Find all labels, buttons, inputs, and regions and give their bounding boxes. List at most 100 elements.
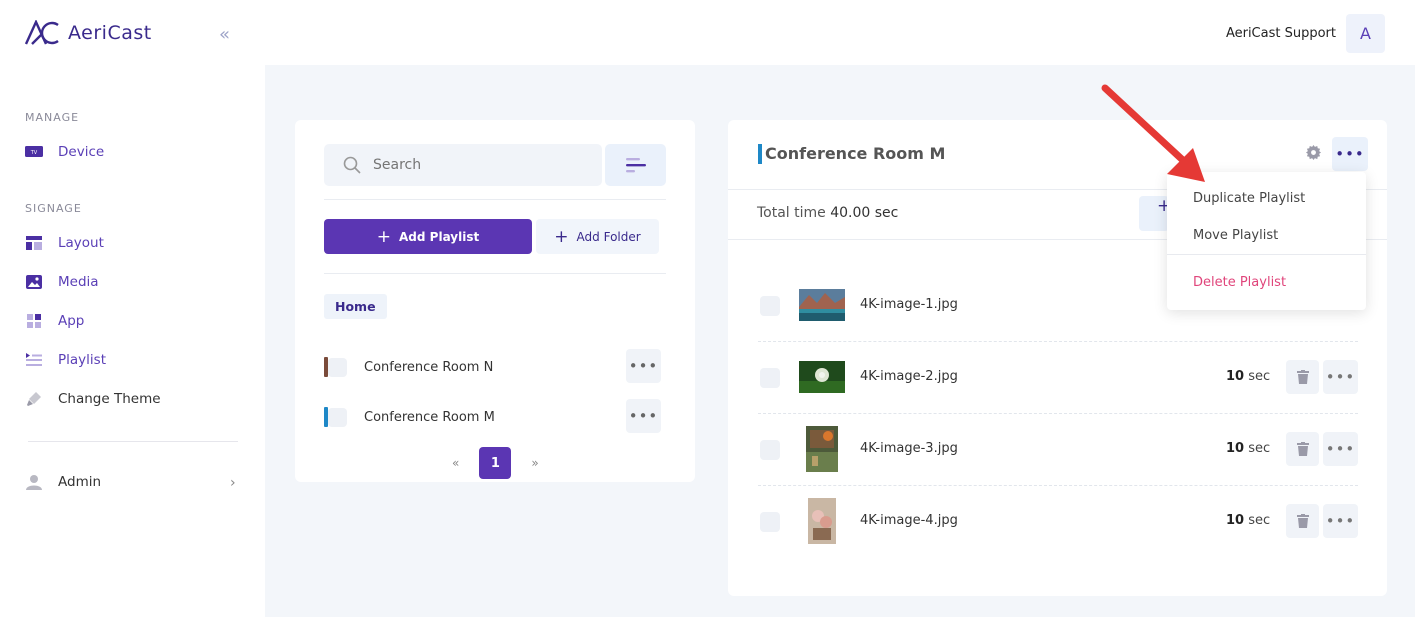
sidebar-item-label: Device: [58, 144, 105, 160]
media-more-button[interactable]: •••: [1323, 432, 1358, 466]
menu-item-delete[interactable]: Delete Playlist: [1193, 275, 1286, 290]
add-media-button[interactable]: +: [1139, 196, 1171, 231]
playlist-more-button[interactable]: •••: [626, 349, 661, 383]
sidebar-item-device[interactable]: TV Device: [25, 140, 104, 164]
filter-button[interactable]: [605, 144, 666, 186]
media-thumbnail: [798, 354, 846, 400]
annotation-arrow: [1101, 84, 1205, 182]
playlist-icon: [25, 351, 43, 369]
sidebar-item-playlist[interactable]: Playlist: [25, 348, 106, 372]
media-name: 4K-image-4.jpg: [860, 513, 958, 528]
total-time-label: Total time: [757, 205, 826, 221]
divider: [324, 199, 666, 200]
total-time-value: 40.00 sec: [830, 205, 899, 221]
sidebar-item-label: Change Theme: [58, 391, 161, 407]
sidebar-item-label: App: [58, 313, 85, 329]
delete-media-button[interactable]: [1286, 360, 1319, 394]
playlist-more-button[interactable]: •••: [626, 399, 661, 433]
media-name: 4K-image-2.jpg: [860, 369, 958, 384]
app-name: AeriCast: [68, 22, 152, 44]
sidebar-item-layout[interactable]: Layout: [25, 231, 104, 255]
sidebar-divider: [28, 441, 238, 442]
media-more-button[interactable]: •••: [1323, 504, 1358, 538]
gear-icon[interactable]: [1306, 145, 1321, 164]
playlists-panel: + Add Playlist + Add Folder Home Confere…: [295, 120, 695, 482]
section-label-manage: MANAGE: [25, 111, 80, 124]
duration-unit: sec: [1248, 513, 1271, 528]
image-icon: [25, 273, 43, 291]
breadcrumb[interactable]: Home: [324, 294, 387, 319]
plus-icon: +: [376, 226, 392, 247]
trash-icon: [1296, 442, 1309, 456]
sidebar-item-label: Media: [58, 274, 99, 290]
media-row[interactable]: 4K-image-3.jpg 10 sec •••: [758, 414, 1358, 484]
logo-icon: [24, 20, 59, 45]
add-playlist-button[interactable]: + Add Playlist: [324, 219, 532, 254]
support-label[interactable]: AeriCast Support: [1226, 26, 1336, 41]
plus-icon: +: [554, 226, 569, 247]
pagination: « 1 »: [452, 447, 539, 479]
chevron-right-icon[interactable]: ›: [230, 475, 236, 491]
svg-text:TV: TV: [30, 150, 38, 156]
sidebar: AeriCast « MANAGE TV Device SIGNAGE Layo…: [0, 0, 265, 617]
media-more-button[interactable]: •••: [1323, 360, 1358, 394]
media-checkbox[interactable]: [760, 368, 780, 388]
media-duration: 10 sec: [1226, 513, 1270, 528]
delete-media-button[interactable]: [1286, 504, 1319, 538]
playlist-options-button[interactable]: •••: [1332, 137, 1368, 171]
search-box[interactable]: [324, 144, 602, 186]
menu-divider: [1167, 254, 1366, 255]
next-page-button[interactable]: »: [531, 456, 538, 470]
divider: [324, 273, 666, 274]
trash-icon: [1296, 514, 1309, 528]
media-checkbox[interactable]: [760, 296, 780, 316]
media-duration: 10 sec: [1226, 369, 1270, 384]
sort-icon: [625, 158, 646, 173]
media-row[interactable]: 4K-image-2.jpg 10 sec •••: [758, 342, 1358, 412]
top-bar: AeriCast Support A: [265, 0, 1415, 65]
trash-icon: [1296, 370, 1309, 384]
prev-page-button[interactable]: «: [452, 456, 459, 470]
duration-value: 10: [1226, 369, 1245, 384]
playlist-item[interactable]: Conference Room N: [324, 350, 661, 384]
add-folder-button[interactable]: + Add Folder: [536, 219, 659, 254]
duration-unit: sec: [1248, 441, 1271, 456]
page-number[interactable]: 1: [479, 447, 512, 479]
media-thumbnail: [798, 282, 846, 328]
sidebar-item-label: Admin: [58, 474, 102, 490]
playlist-item[interactable]: Conference Room M: [324, 400, 661, 434]
avatar[interactable]: A: [1346, 14, 1385, 53]
search-input[interactable]: [373, 157, 573, 173]
total-time: Total time 40.00 sec: [757, 205, 898, 221]
user-icon: [25, 473, 43, 491]
sidebar-item-admin[interactable]: Admin: [25, 470, 101, 494]
duration-value: 10: [1226, 441, 1245, 456]
menu-item-move[interactable]: Move Playlist: [1193, 228, 1278, 243]
apps-icon: [25, 312, 43, 330]
playlist-name: Conference Room M: [364, 409, 495, 425]
playlist-name: Conference Room N: [364, 359, 494, 375]
media-duration: 10 sec: [1226, 441, 1270, 456]
sidebar-item-change-theme[interactable]: Change Theme: [25, 387, 161, 411]
add-playlist-label: Add Playlist: [399, 229, 480, 244]
playlist-title: Conference Room M: [765, 144, 946, 163]
delete-media-button[interactable]: [1286, 432, 1319, 466]
duration-unit: sec: [1248, 369, 1271, 384]
playlist-checkbox[interactable]: [328, 407, 347, 427]
playlist-checkbox[interactable]: [328, 357, 347, 377]
search-icon: [343, 156, 361, 174]
sidebar-item-label: Playlist: [58, 352, 106, 368]
media-checkbox[interactable]: [760, 440, 780, 460]
app-logo[interactable]: AeriCast: [24, 20, 152, 46]
media-checkbox[interactable]: [760, 512, 780, 532]
sidebar-item-media[interactable]: Media: [25, 270, 99, 294]
media-name: 4K-image-1.jpg: [860, 297, 958, 312]
media-row[interactable]: 4K-image-4.jpg 10 sec •••: [758, 486, 1358, 556]
sidebar-item-label: Layout: [58, 235, 104, 251]
sidebar-item-app[interactable]: App: [25, 309, 84, 333]
media-thumbnail: [798, 426, 846, 472]
menu-item-duplicate[interactable]: Duplicate Playlist: [1193, 191, 1305, 206]
add-folder-label: Add Folder: [576, 229, 641, 244]
media-thumbnail: [798, 498, 846, 544]
collapse-sidebar-icon[interactable]: «: [219, 24, 230, 45]
